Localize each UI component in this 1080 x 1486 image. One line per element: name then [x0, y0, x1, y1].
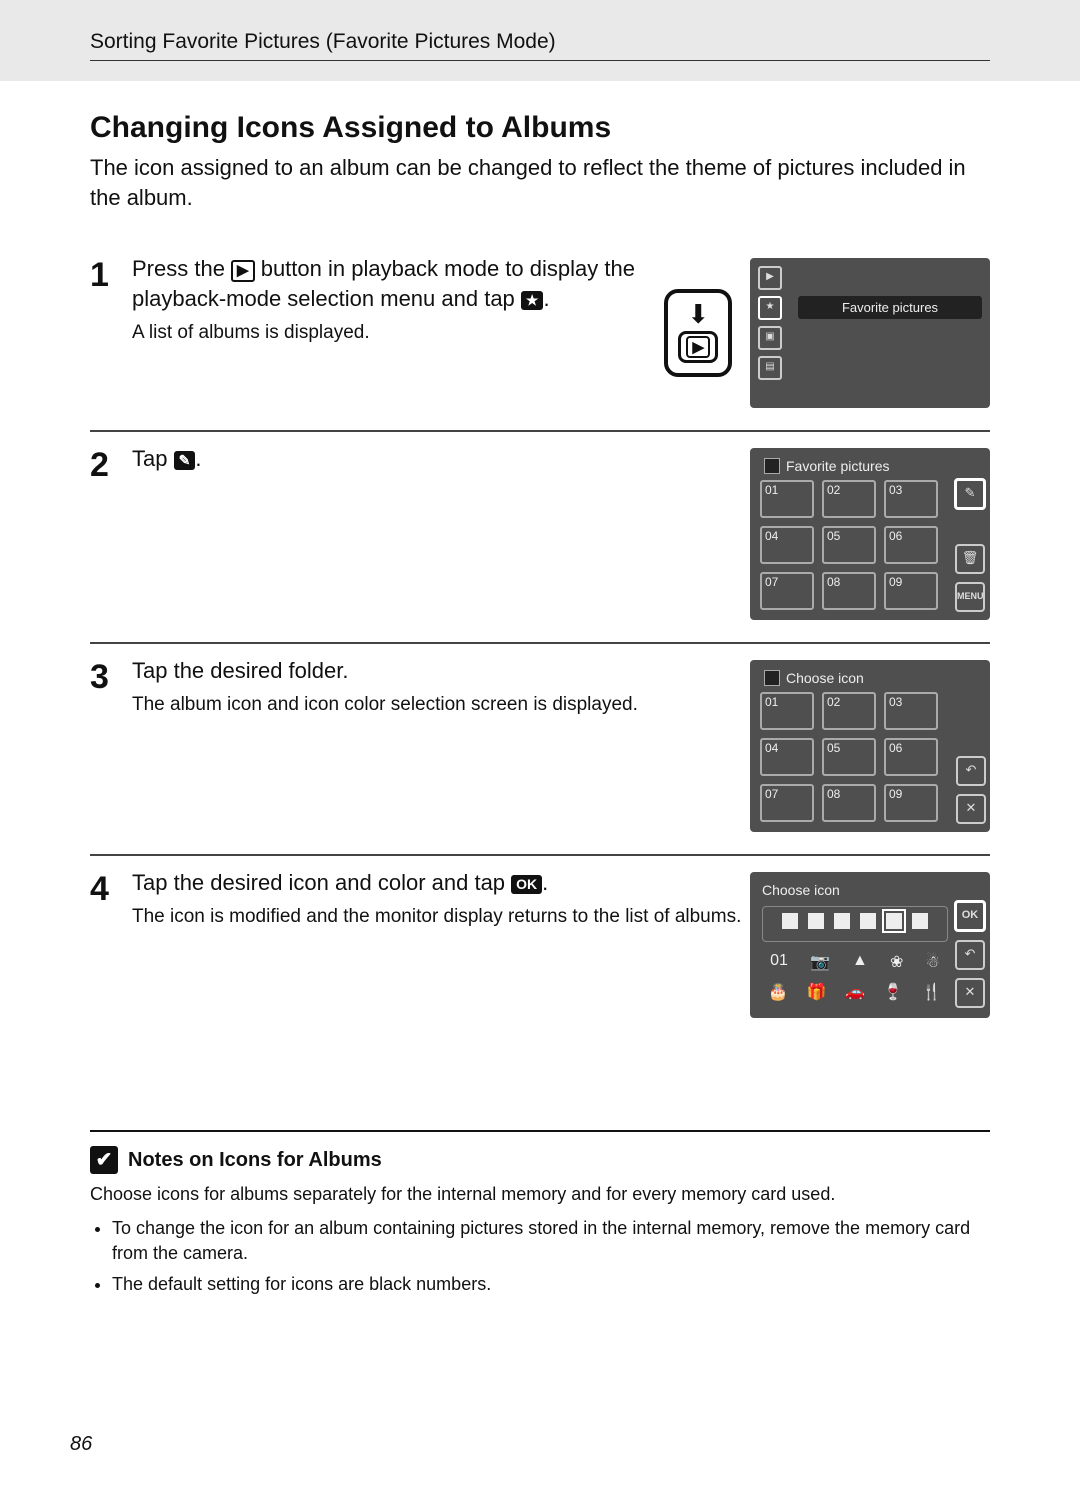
step-number: 1	[90, 254, 124, 408]
album-cell[interactable]: 08	[822, 784, 876, 822]
trash-button[interactable]: 🗑	[955, 544, 985, 574]
notes-title: Notes on Icons for Albums	[128, 1149, 382, 1172]
close-button[interactable]: ✕	[956, 794, 986, 824]
page-number: 86	[70, 1433, 92, 1456]
camera-button-diagram: ⬇ ▶	[664, 289, 732, 377]
step-4: 4 Tap the desired icon and color and tap…	[90, 855, 990, 1040]
album-cell[interactable]: 06	[884, 526, 938, 564]
icon-option[interactable]: 🚗	[845, 982, 865, 1002]
notes-lead: Choose icons for albums separately for t…	[90, 1182, 990, 1207]
ok-icon: OK	[511, 875, 542, 894]
album-cell[interactable]: 04	[760, 738, 814, 776]
lcd-album-grid: Favorite pictures 010203 040506 070809 ✎ 🗑…	[750, 448, 990, 620]
mode-icon: ▤	[758, 356, 782, 380]
color-swatch-row	[762, 906, 948, 942]
album-cell[interactable]: 05	[822, 526, 876, 564]
icon-option[interactable]: 📷	[810, 952, 830, 972]
icon-option[interactable]: ❀	[890, 952, 903, 972]
lcd-title: Favorite pictures	[760, 454, 950, 480]
step-3: 3 Tap the desired folder. The album icon…	[90, 643, 990, 854]
album-cell[interactable]: 06	[884, 738, 938, 776]
step-subtext: The album icon and icon color selection …	[132, 692, 742, 718]
album-cell[interactable]: 09	[884, 572, 938, 610]
step-subtext: A list of albums is displayed.	[132, 320, 656, 346]
lcd-title: Choose icon	[762, 882, 948, 906]
album-cell[interactable]: 07	[760, 784, 814, 822]
color-swatch[interactable]	[834, 913, 850, 929]
page-title: Changing Icons Assigned to Albums	[90, 111, 990, 145]
step-2: 2 Tap ✎. Favorite pictures 0102030405060…	[90, 431, 990, 642]
step-heading: Press the ▶ button in playback mode to d…	[132, 254, 656, 313]
album-cell[interactable]: 03	[884, 480, 938, 518]
lcd-choose-icon-grid: Choose icon 010203 040506 070809 ↶ ✕	[750, 660, 990, 832]
color-swatch[interactable]	[808, 913, 824, 929]
step-number: 2	[90, 444, 124, 620]
breadcrumb: Sorting Favorite Pictures (Favorite Pict…	[90, 30, 990, 61]
album-cell[interactable]: 08	[822, 572, 876, 610]
edit-button[interactable]: ✎	[954, 478, 986, 510]
mode-icon-selected: ★	[758, 296, 782, 320]
undo-button[interactable]: ↶	[955, 940, 985, 970]
color-swatch-selected[interactable]	[886, 913, 902, 929]
album-cell[interactable]: 02	[822, 480, 876, 518]
close-button[interactable]: ✕	[955, 978, 985, 1008]
album-cell[interactable]: 03	[884, 692, 938, 730]
icon-option[interactable]: 🍷	[883, 982, 903, 1002]
color-swatch[interactable]	[860, 913, 876, 929]
arrow-down-icon: ⬇	[678, 301, 718, 327]
album-cell[interactable]: 04	[760, 526, 814, 564]
menu-button[interactable]: MENU	[955, 582, 985, 612]
icon-option[interactable]: 🎁	[807, 982, 827, 1002]
figure-press-button: ⬇ ▶ ▶ ★ ▣ ▤ Favorite pictures	[664, 258, 990, 408]
color-swatch[interactable]	[782, 913, 798, 929]
play-icon: ▶	[686, 336, 710, 358]
check-icon: ✔	[90, 1146, 118, 1174]
album-cell[interactable]: 01	[760, 480, 814, 518]
notes-section: ✔ Notes on Icons for Albums Choose icons…	[90, 1130, 990, 1297]
step-heading: Tap the desired icon and color and tap O…	[132, 868, 742, 898]
step-1: 1 Press the ▶ button in playback mode to…	[90, 242, 990, 430]
icon-option[interactable]: 🎂	[768, 982, 788, 1002]
album-cell[interactable]: 07	[760, 572, 814, 610]
icon-option[interactable]: ▲	[852, 952, 868, 972]
icon-option[interactable]: ☃	[926, 952, 940, 972]
play-icon: ▶	[231, 260, 255, 282]
album-cell[interactable]: 01	[760, 692, 814, 730]
undo-button[interactable]: ↶	[956, 756, 986, 786]
album-cell[interactable]: 05	[822, 738, 876, 776]
notes-bullet: To change the icon for an album containi…	[112, 1216, 990, 1266]
step-number: 4	[90, 868, 124, 1018]
mode-icon: ▣	[758, 326, 782, 350]
mode-icon: ▶	[758, 266, 782, 290]
step-subtext: The icon is modified and the monitor dis…	[132, 904, 742, 930]
star-icon: ★	[521, 291, 544, 310]
mode-label: Favorite pictures	[798, 296, 982, 319]
ok-button[interactable]: OK	[954, 900, 986, 932]
album-cell[interactable]: 09	[884, 784, 938, 822]
edit-icon: ✎	[174, 451, 196, 470]
step-heading: Tap the desired folder.	[132, 656, 742, 686]
lcd-mode-menu: ▶ ★ ▣ ▤ Favorite pictures	[750, 258, 990, 408]
album-cell[interactable]: 02	[822, 692, 876, 730]
intro-text: The icon assigned to an album can be cha…	[90, 153, 990, 212]
notes-bullet: The default setting for icons are black …	[112, 1272, 990, 1297]
step-number: 3	[90, 656, 124, 832]
color-swatch[interactable]	[912, 913, 928, 929]
step-heading: Tap ✎.	[132, 444, 742, 474]
lcd-choose-icon-panel: Choose icon 01 📷 ▲ ❀ ☃ 🎂 🎁 🚗 🍷 🍴 OK ↶	[750, 872, 990, 1018]
icon-option[interactable]: 01	[770, 952, 788, 972]
lcd-title: Choose icon	[760, 666, 950, 692]
icon-option[interactable]: 🍴	[922, 982, 942, 1002]
